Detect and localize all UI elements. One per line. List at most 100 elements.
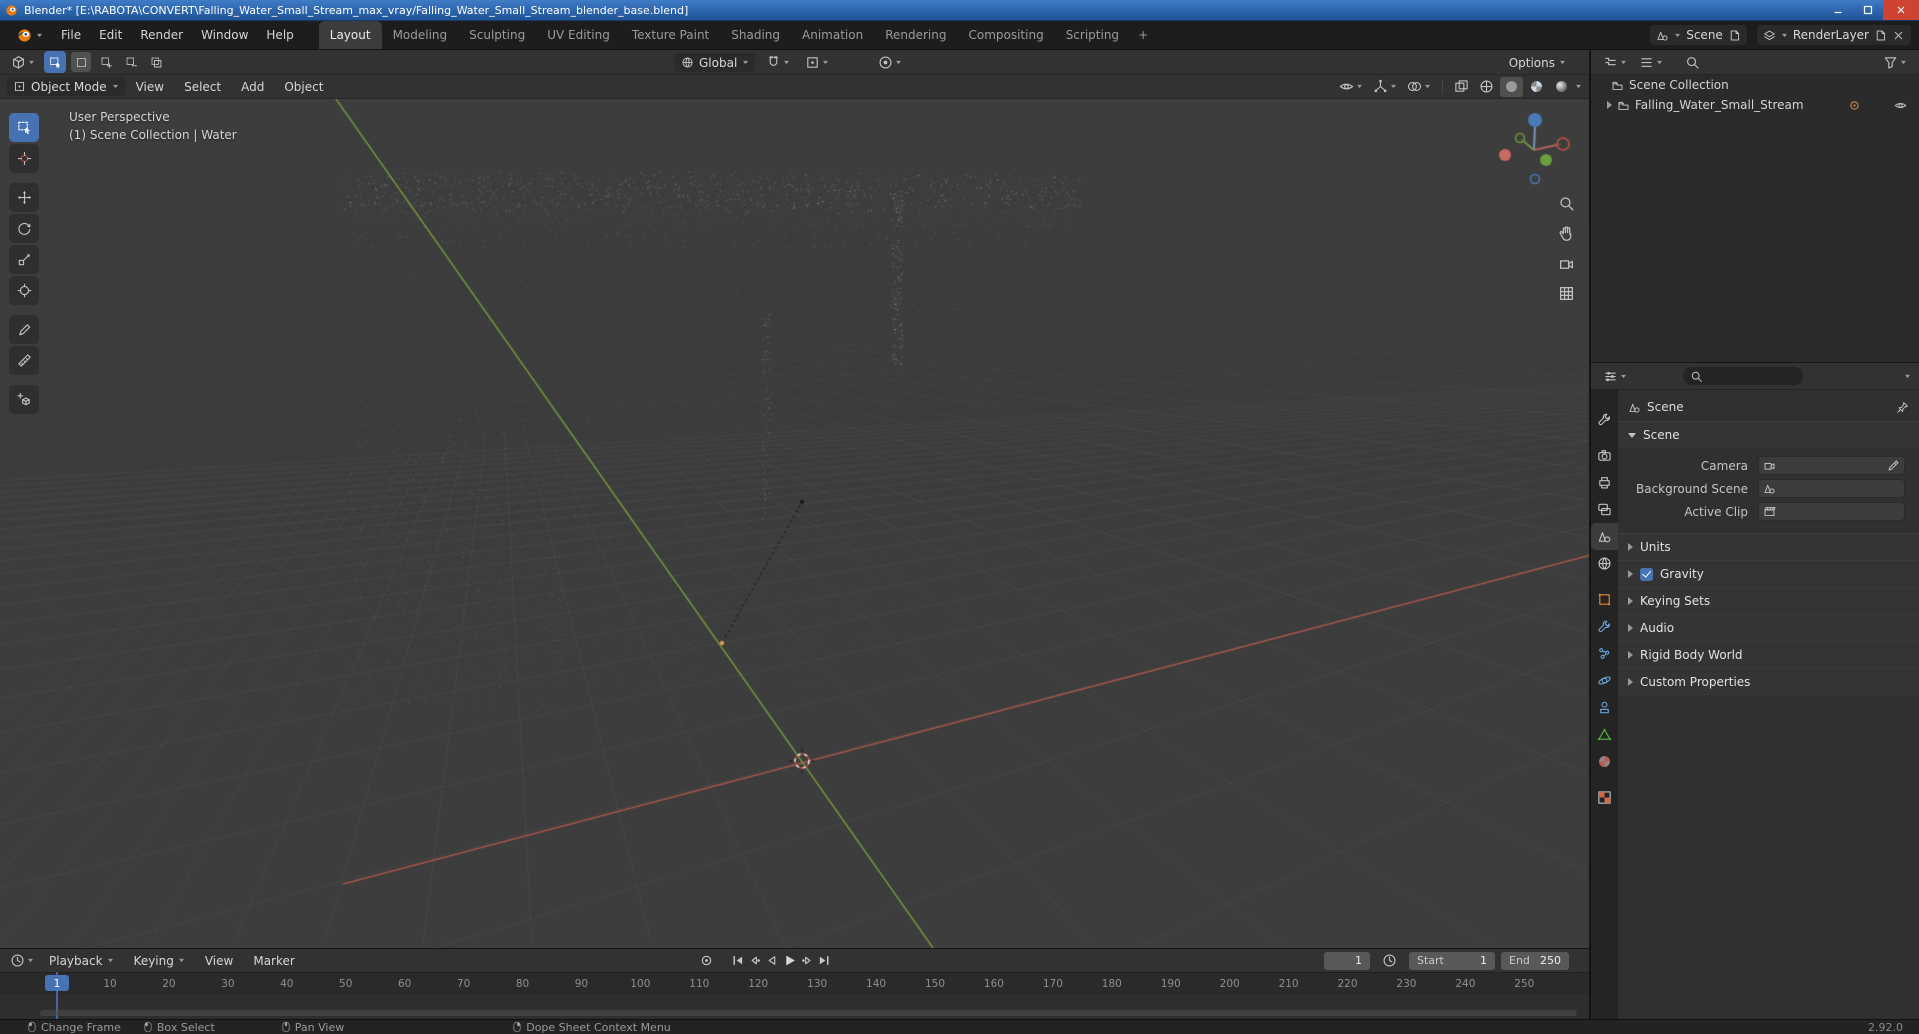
tool-move[interactable] (9, 183, 39, 212)
play-reverse-icon[interactable] (765, 954, 778, 967)
outliner-filter-dropdown[interactable] (1879, 52, 1911, 72)
snap-toggle[interactable] (762, 53, 794, 73)
properties-tab-view-layer[interactable] (1591, 496, 1618, 523)
new-scene-icon[interactable] (1728, 29, 1741, 42)
menu-edit[interactable]: Edit (90, 25, 131, 45)
properties-tab-material[interactable] (1591, 748, 1618, 775)
properties-tab-scene[interactable] (1591, 523, 1618, 550)
options-dropdown[interactable]: Options (1500, 53, 1575, 73)
custom-properties-panel-header[interactable]: Custom Properties (1618, 668, 1919, 695)
units-panel-header[interactable]: Units (1618, 533, 1919, 560)
workspace-tab-uv-editing[interactable]: UV Editing (536, 21, 621, 49)
outliner-editor-type-button[interactable] (1599, 52, 1631, 72)
hide-in-viewport-eye-icon[interactable] (1894, 99, 1907, 112)
unlink-view-layer-icon[interactable] (1892, 29, 1905, 42)
gizmos-dropdown[interactable] (1369, 77, 1401, 97)
menu-window[interactable]: Window (192, 25, 257, 45)
gravity-panel-header[interactable]: Gravity (1618, 560, 1919, 587)
tool-scale[interactable] (9, 245, 39, 274)
outliner-row-collection[interactable]: Falling_Water_Small_Stream (1591, 95, 1919, 115)
tool-measure[interactable] (9, 346, 39, 375)
view-layer-selector[interactable]: RenderLayer (1756, 25, 1911, 45)
menu-render[interactable]: Render (131, 25, 192, 45)
shading-material-button[interactable] (1525, 77, 1548, 97)
overlays-dropdown[interactable] (1403, 77, 1435, 97)
blender-menu-button[interactable] (8, 25, 52, 46)
gravity-checkbox[interactable] (1640, 567, 1653, 581)
rigid-body-world-panel-header[interactable]: Rigid Body World (1618, 641, 1919, 668)
tool-select-box[interactable] (9, 113, 39, 142)
shading-rendered-button[interactable] (1550, 77, 1573, 97)
new-view-layer-icon[interactable] (1874, 29, 1887, 42)
timeline-scrollbar[interactable] (40, 1010, 1577, 1016)
properties-tab-output[interactable] (1591, 469, 1618, 496)
scene-panel-header[interactable]: Scene (1618, 421, 1919, 448)
menu-keying[interactable]: Keying (125, 951, 194, 971)
tool-cursor[interactable] (9, 144, 39, 173)
scene-selector[interactable]: Scene (1650, 25, 1747, 45)
tool-add-cube[interactable] (9, 385, 39, 414)
workspace-tab-modeling[interactable]: Modeling (382, 21, 459, 49)
tool-transform[interactable] (9, 276, 39, 305)
workspace-tab-animation[interactable]: Animation (791, 21, 874, 49)
collection-badge-icon[interactable] (1848, 99, 1861, 112)
menu-marker[interactable]: Marker (244, 951, 303, 971)
properties-tab-tool[interactable] (1591, 406, 1618, 433)
background-scene-field[interactable] (1758, 479, 1905, 498)
search-icon[interactable] (1685, 55, 1700, 70)
outliner-display-mode-dropdown[interactable] (1635, 52, 1667, 72)
properties-filter-chevron-icon[interactable] (1904, 374, 1911, 379)
zoom-icon[interactable] (1558, 195, 1575, 212)
workspace-tab-shading[interactable]: Shading (720, 21, 791, 49)
workspace-tab-compositing[interactable]: Compositing (957, 21, 1054, 49)
menu-object[interactable]: Object (275, 77, 332, 97)
end-frame-field[interactable]: End 250 (1501, 951, 1569, 970)
menu-view[interactable]: View (127, 77, 173, 97)
properties-tab-object-data[interactable] (1591, 721, 1618, 748)
workspace-tab-texture-paint[interactable]: Texture Paint (621, 21, 720, 49)
minimize-button[interactable] (1823, 0, 1853, 20)
add-workspace-button[interactable]: + (1130, 21, 1156, 49)
workspace-tab-rendering[interactable]: Rendering (874, 21, 957, 49)
mode-dropdown[interactable]: Object Mode (7, 77, 125, 96)
window-titlebar[interactable]: Blender* [E:\RABOTA\CONVERT\Falling_Wate… (0, 0, 1919, 21)
expand-arrow-icon[interactable] (1607, 101, 1612, 109)
maximize-button[interactable] (1853, 0, 1883, 20)
properties-tab-texture[interactable] (1591, 784, 1618, 811)
menu-file[interactable]: File (52, 25, 90, 45)
tool-rotate[interactable] (9, 214, 39, 243)
proportional-edit-toggle[interactable] (874, 53, 906, 73)
prev-keyframe-icon[interactable] (748, 954, 761, 967)
workspace-tab-scripting[interactable]: Scripting (1055, 21, 1130, 49)
workspace-tab-layout[interactable]: Layout (318, 21, 382, 49)
properties-tab-particles[interactable] (1591, 640, 1618, 667)
properties-tab-modifiers[interactable] (1591, 613, 1618, 640)
timeline-editor-type-button[interactable] (6, 951, 38, 971)
active-clip-field[interactable] (1758, 502, 1905, 521)
current-frame-field[interactable]: 1 (1324, 951, 1370, 970)
outliner-row-scene-collection[interactable]: Scene Collection (1591, 75, 1919, 95)
workspace-tab-sculpting[interactable]: Sculpting (458, 21, 536, 49)
menu-select[interactable]: Select (175, 77, 230, 97)
menu-playback[interactable]: Playback (40, 951, 123, 971)
audio-panel-header[interactable]: Audio (1618, 614, 1919, 641)
menu-timeline-view[interactable]: View (196, 951, 242, 971)
camera-field[interactable] (1758, 456, 1905, 475)
editor-type-button[interactable] (7, 52, 39, 72)
eyedropper-icon[interactable] (1887, 459, 1900, 472)
jump-to-start-icon[interactable] (731, 954, 744, 967)
next-keyframe-icon[interactable] (801, 954, 814, 967)
object-visibility-dropdown[interactable] (1335, 77, 1367, 97)
jump-to-end-icon[interactable] (818, 954, 831, 967)
start-frame-field[interactable]: Start 1 (1409, 951, 1495, 970)
viewport-3d[interactable]: User Perspective (1) Scene Collection | … (0, 99, 1589, 948)
menu-add[interactable]: Add (232, 77, 273, 97)
select-mode-set[interactable] (71, 52, 91, 72)
pan-hand-icon[interactable] (1558, 225, 1575, 242)
active-tool-select-box[interactable] (44, 51, 66, 73)
properties-tab-render[interactable] (1591, 442, 1618, 469)
viewport-canvas[interactable] (0, 99, 1589, 948)
timeline-ruler[interactable]: 10 20 30 40 50 60 70 80 90 100 110 120 130 140 150 160 1… (0, 972, 1589, 994)
properties-tab-physics[interactable] (1591, 667, 1618, 694)
tool-annotate[interactable] (9, 315, 39, 344)
